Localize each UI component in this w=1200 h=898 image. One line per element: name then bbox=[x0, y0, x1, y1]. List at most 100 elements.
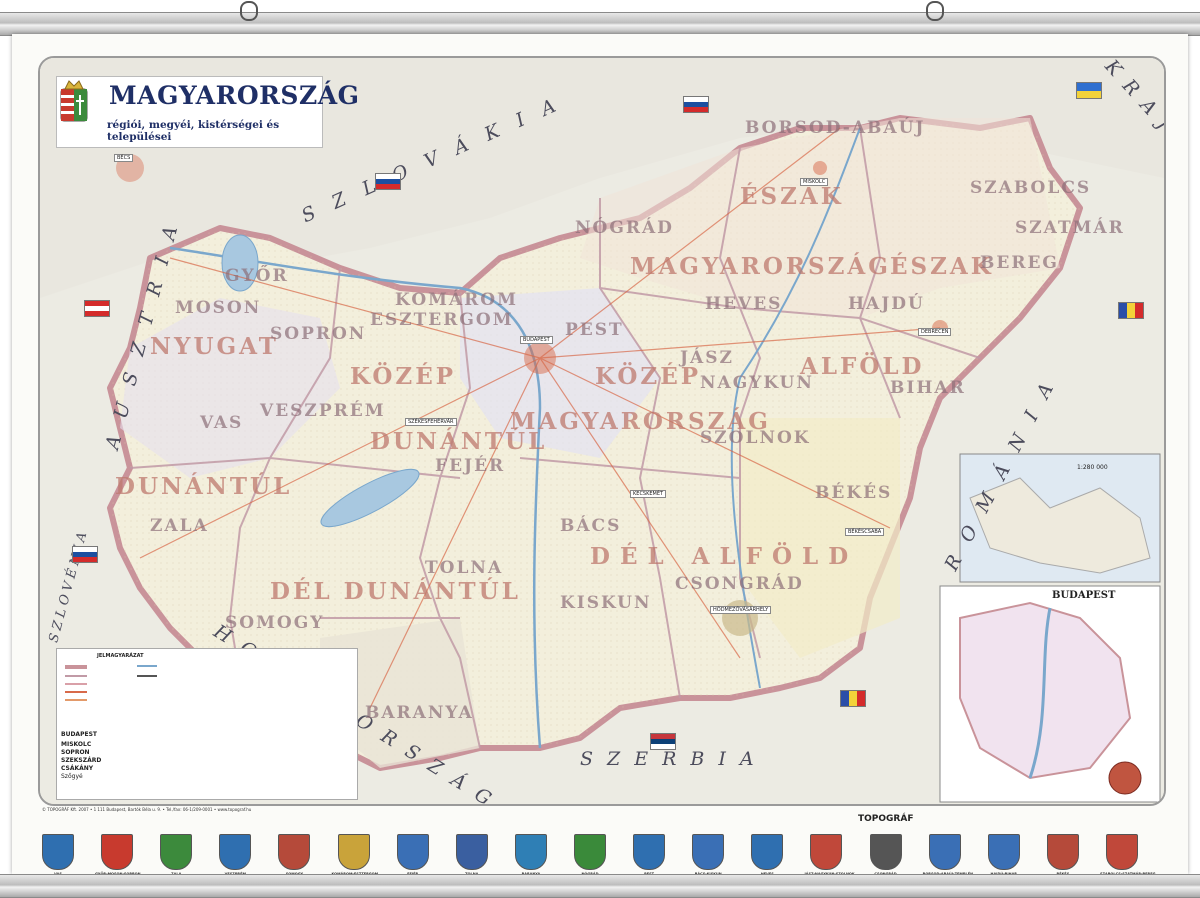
county-crest: PEST bbox=[627, 834, 671, 876]
city-hodmezovasarhely[interactable]: HÓDMEZŐVÁSÁRHELY bbox=[710, 606, 772, 614]
county-crest: KOMÁROM-ESZTERGOM bbox=[332, 834, 378, 876]
region-nyugat-2: DUNÁNTÚL bbox=[115, 473, 293, 500]
county-crest: NÓGRÁD bbox=[568, 834, 612, 876]
region-eszak-alfold-2: ALFÖLD bbox=[800, 353, 925, 380]
county-szabolcs: SZABOLCS bbox=[970, 178, 1092, 198]
county-crest: SZABOLCS-SZATMÁR-BEREG bbox=[1100, 834, 1156, 876]
coat-of-arms-icon bbox=[1046, 834, 1079, 870]
county-crest: SOMOGY bbox=[272, 834, 316, 876]
county-crest: JÁSZ-NAGYKUN-SZOLNOK bbox=[804, 834, 855, 876]
coat-of-arms-icon bbox=[514, 834, 547, 870]
city-debrecen[interactable]: DEBRECEN bbox=[918, 328, 952, 336]
map-legend: JELMAGYARÁZAT BUDAPEST MISKOLC SOPRON SZ… bbox=[56, 648, 358, 800]
region-eszak-mo-1: ÉSZAK bbox=[740, 183, 844, 210]
left-hook bbox=[240, 1, 258, 21]
topograf-logo: TOPOGRÁF bbox=[858, 814, 914, 824]
region-kozep-dunantul-1: KÖZÉP bbox=[350, 363, 457, 390]
county-bacs: BÁCS bbox=[560, 516, 622, 536]
map-subtitle: régiói, megyéi, kistérségei és település… bbox=[107, 119, 280, 143]
flag-serbia bbox=[650, 733, 676, 750]
legend-city-6: Szőgyé bbox=[61, 773, 83, 780]
coat-of-arms-icon bbox=[987, 834, 1020, 870]
wall-map-poster: MAGYARORSZÁG régiói, megyéi, kistérségei… bbox=[12, 34, 1188, 876]
legend-main-road bbox=[65, 691, 87, 693]
bottom-hanging-rail bbox=[0, 874, 1200, 898]
legend-river bbox=[137, 665, 157, 667]
county-nagykun: NAGYKUN bbox=[700, 373, 814, 393]
coat-of-arms-icon bbox=[869, 834, 902, 870]
coat-of-arms-icon bbox=[633, 834, 666, 870]
miskolc-dot bbox=[813, 161, 827, 175]
coat-of-arms-icon bbox=[810, 834, 843, 870]
county-jasz: JÁSZ bbox=[680, 348, 734, 368]
legend-region-border bbox=[65, 665, 87, 669]
county-crest: BÉKÉS bbox=[1041, 834, 1085, 876]
legend-railway bbox=[137, 675, 157, 677]
county-crests-row: VAS GYŐR-MOSON-SOPRON ZALA VESZPRÉM SOMOGY KO… bbox=[12, 834, 1188, 879]
flag-slovakia-1 bbox=[683, 96, 709, 113]
legend-county-border bbox=[65, 675, 87, 677]
county-baranya: BARANYA bbox=[365, 703, 474, 723]
county-crest: CSONGRÁD bbox=[864, 834, 908, 876]
top-hanging-rail bbox=[0, 1, 1200, 36]
county-zala: ZALA bbox=[150, 516, 209, 536]
legend-city-4: SZEKSZÁRD bbox=[61, 757, 102, 764]
city-miskolc[interactable]: MISKOLC bbox=[800, 178, 829, 186]
county-moson: MOSON bbox=[175, 298, 262, 318]
county-szolnok: SZOLNOK bbox=[700, 428, 811, 448]
flag-romania-2 bbox=[840, 690, 866, 707]
coat-of-arms-icon bbox=[42, 834, 74, 870]
region-eszak-mo-2: MAGYARORSZÁG bbox=[630, 253, 891, 280]
flag-slovenia bbox=[72, 546, 98, 563]
county-borsod: BORSOD-ABAÚJ bbox=[745, 118, 926, 138]
county-crest: GYŐR-MOSON-SOPRON bbox=[95, 834, 141, 876]
legend-city-2: MISKOLC bbox=[61, 741, 92, 748]
coat-of-arms-icon bbox=[160, 834, 193, 870]
county-somogy: SOMOGY bbox=[225, 613, 325, 633]
county-crest: VESZPRÉM bbox=[213, 834, 257, 876]
county-veszprem: VESZPRÉM bbox=[260, 401, 386, 421]
coat-of-arms-icon bbox=[751, 834, 784, 870]
city-bekescsaba[interactable]: BÉKÉSCSABA bbox=[845, 528, 885, 536]
county-nograd: NÓGRÁD bbox=[575, 218, 674, 238]
legend-city-1: BUDAPEST bbox=[61, 731, 97, 738]
county-tolna: TOLNA bbox=[425, 558, 504, 578]
county-bihar: BIHAR bbox=[890, 378, 966, 398]
legend-road bbox=[65, 699, 87, 701]
county-gyor: GYŐR bbox=[225, 266, 289, 286]
legend-city-3: SOPRON bbox=[61, 749, 90, 756]
city-kecskemet[interactable]: KECSKEMÉT bbox=[630, 490, 667, 498]
coat-of-arms-icon bbox=[928, 834, 961, 870]
budapest-inset-title: BUDAPEST bbox=[1052, 590, 1116, 601]
map-title: MAGYARORSZÁG bbox=[109, 81, 360, 110]
county-bereg: BEREG bbox=[980, 253, 1059, 273]
county-csongrad: CSONGRÁD bbox=[675, 574, 804, 594]
budapest-dot bbox=[524, 342, 556, 374]
coat-of-arms-icon bbox=[455, 834, 488, 870]
county-komarom: KOMÁROM bbox=[395, 290, 518, 310]
legend-title: JELMAGYARÁZAT bbox=[97, 653, 144, 659]
county-esztergom: ESZTERGOM bbox=[370, 310, 514, 330]
copyright-line: © TOPOGRÁF Kft. 2007 • 1 111 Budapest, B… bbox=[42, 807, 252, 812]
region-nyugat-1: NYUGAT bbox=[150, 333, 279, 360]
flag-slovakia-2 bbox=[375, 173, 401, 190]
coat-of-arms-icon bbox=[278, 834, 311, 870]
city-szekesfehervar[interactable]: SZÉKESFEHÉRVÁR bbox=[405, 418, 457, 426]
county-crest: HEVES bbox=[745, 834, 789, 876]
county-crest: FEJÉR bbox=[391, 834, 435, 876]
map-title-box: MAGYARORSZÁG régiói, megyéi, kistérségei… bbox=[56, 76, 359, 148]
county-crest: BÁCS-KISKUN bbox=[686, 834, 730, 876]
legend-subregion-border bbox=[65, 683, 87, 685]
county-sopron: SOPRON bbox=[270, 324, 367, 344]
map-frame[interactable]: MAGYARORSZÁG régiói, megyéi, kistérségei… bbox=[38, 56, 1166, 806]
legend-city-5: CSÁKÁNY bbox=[61, 765, 94, 772]
county-pest: PEST bbox=[565, 320, 624, 340]
coat-of-arms-icon bbox=[692, 834, 725, 870]
city-budapest[interactable]: BUDAPEST bbox=[520, 336, 553, 344]
county-crest: ZALA bbox=[154, 834, 198, 876]
flag-ukraine bbox=[1076, 82, 1102, 99]
flag-romania-1 bbox=[1118, 302, 1144, 319]
coat-of-arms-icon bbox=[337, 834, 370, 870]
right-hook bbox=[926, 1, 944, 21]
city-wien[interactable]: BÉCS bbox=[114, 154, 134, 162]
